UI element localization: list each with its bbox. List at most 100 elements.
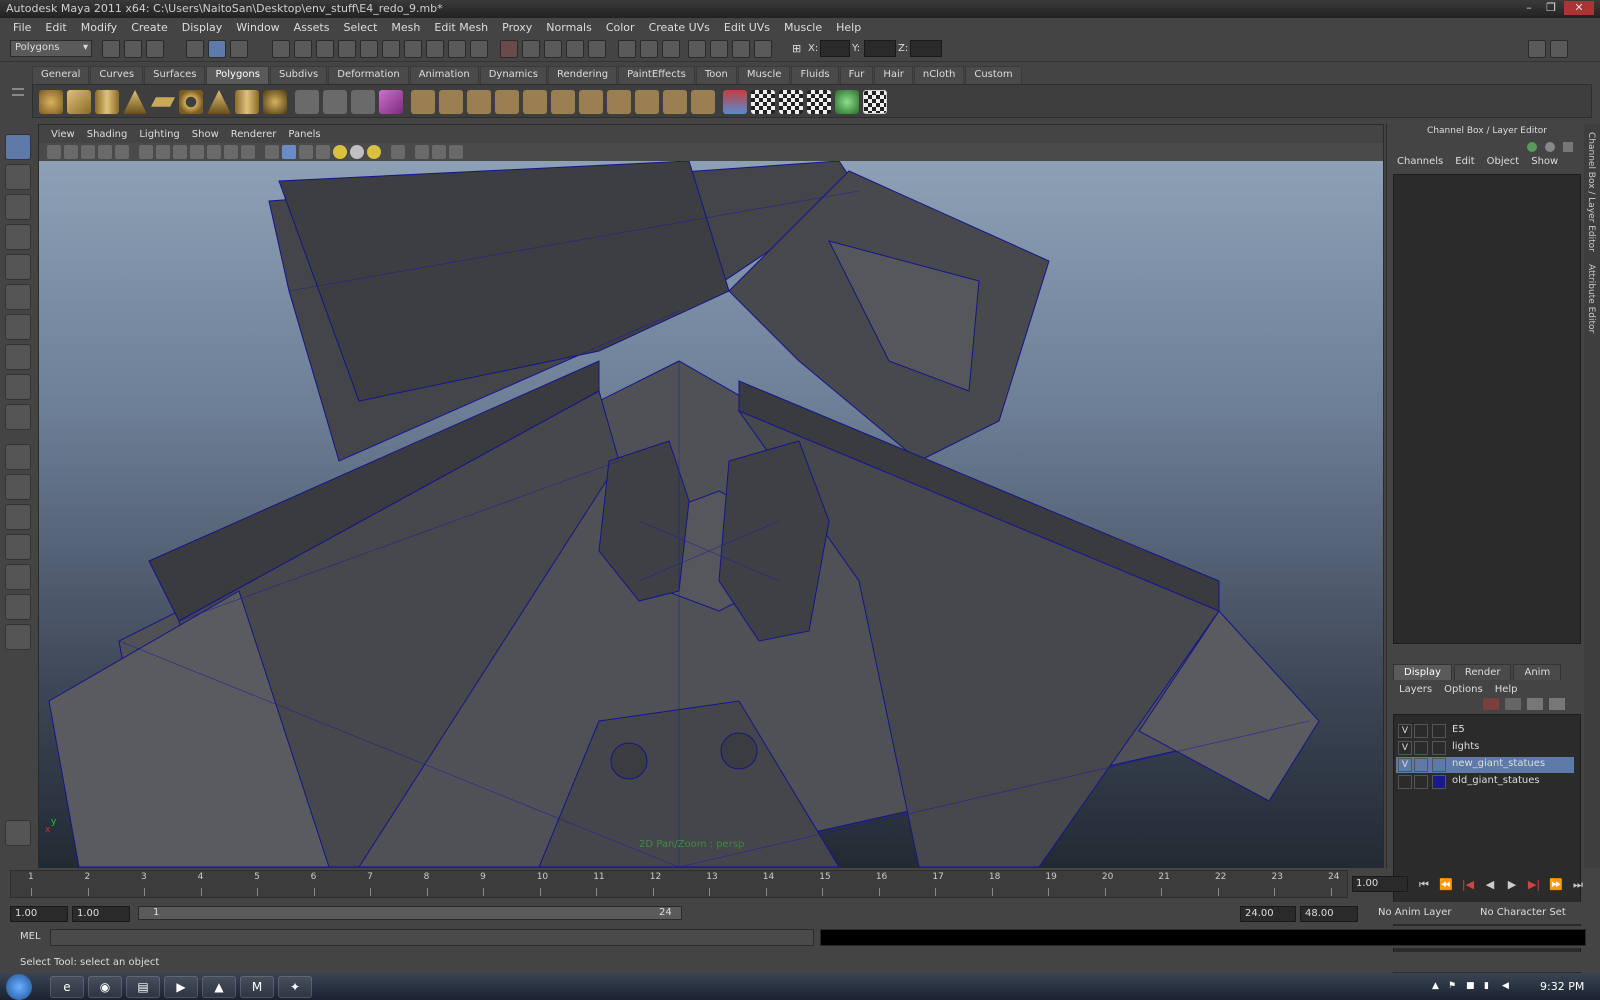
soft-modification-icon[interactable]	[5, 344, 31, 370]
snap-point-icon[interactable]	[316, 40, 334, 58]
lasso-tool-icon[interactable]	[5, 164, 31, 190]
menu-display[interactable]: Display	[175, 21, 230, 34]
step-forward-icon[interactable]: ⏩	[1548, 878, 1564, 892]
move-layer-down-icon[interactable]	[1549, 698, 1565, 710]
grid-toggle-icon[interactable]	[139, 145, 153, 159]
separate-icon[interactable]	[323, 90, 347, 114]
poke-face-icon[interactable]	[635, 90, 659, 114]
xray-components-icon[interactable]	[449, 145, 463, 159]
side-tab-attribute-editor[interactable]: Attribute Editor	[1586, 264, 1596, 333]
shelf-tab-painteffects[interactable]: PaintEffects	[618, 66, 695, 84]
pin-icon[interactable]	[1563, 142, 1573, 152]
start-button[interactable]	[6, 974, 32, 1000]
go-to-end-icon[interactable]: ⏭	[1570, 878, 1586, 892]
animation-end-field[interactable]: 48.00	[1300, 906, 1358, 922]
viewport-menu-renderer[interactable]: Renderer	[225, 129, 283, 140]
chrome-icon[interactable]: ◉	[88, 976, 122, 998]
snap-view-plane-icon[interactable]	[338, 40, 356, 58]
anim-layer-dropdown[interactable]: No Anim Layer	[1374, 906, 1470, 922]
app-taskbar-icon[interactable]: ✦	[278, 976, 312, 998]
menu-window[interactable]: Window	[229, 21, 286, 34]
viewport-menu-lighting[interactable]: Lighting	[133, 129, 185, 140]
play-backwards-icon[interactable]: ◀	[1482, 878, 1498, 892]
new-layer-from-selected-icon[interactable]	[1505, 698, 1521, 710]
select-component-icon[interactable]	[230, 40, 248, 58]
layer-type-toggle[interactable]	[1414, 775, 1428, 789]
scale-tool-icon[interactable]	[5, 284, 31, 310]
poly-soccer-icon[interactable]	[263, 90, 287, 114]
camera-attributes-icon[interactable]	[64, 145, 78, 159]
shelf-tab-hair[interactable]: Hair	[874, 66, 913, 84]
media-player-icon[interactable]: ▶	[164, 976, 198, 998]
textured-icon[interactable]	[316, 145, 330, 159]
layer-visibility-toggle[interactable]	[1398, 775, 1412, 789]
smooth-shade-icon[interactable]	[754, 40, 772, 58]
layer-menu-options[interactable]: Options	[1438, 684, 1489, 695]
layer-row-old-giant-statues[interactable]: old_giant_statues	[1396, 774, 1574, 790]
wedge-face-icon[interactable]	[663, 90, 687, 114]
layer-row-lights[interactable]: V lights	[1396, 740, 1574, 756]
viewport-menu-view[interactable]: View	[45, 129, 81, 140]
use-all-lights-icon[interactable]	[333, 145, 347, 159]
mel-input[interactable]	[50, 929, 814, 946]
2d-pan-zoom-icon[interactable]	[115, 145, 129, 159]
animation-start-field[interactable]: 1.00	[10, 906, 68, 922]
planar-mapping-icon[interactable]	[751, 90, 775, 114]
step-back-icon[interactable]: ⏪	[1438, 878, 1454, 892]
smooth-icon[interactable]	[351, 90, 375, 114]
menu-create-uvs[interactable]: Create UVs	[642, 21, 717, 34]
extrude-icon[interactable]	[411, 90, 435, 114]
bevel-icon[interactable]	[551, 90, 575, 114]
minimize-icon[interactable]: –	[1520, 1, 1538, 15]
uv-texture-editor-icon[interactable]	[863, 90, 887, 114]
delete-edge-icon[interactable]	[607, 90, 631, 114]
open-scene-icon[interactable]	[124, 40, 142, 58]
menu-file[interactable]: File	[6, 21, 38, 34]
layer-color-swatch[interactable]	[1432, 758, 1446, 772]
shelf-tab-custom[interactable]: Custom	[965, 66, 1022, 84]
safe-action-icon[interactable]	[224, 145, 238, 159]
absolute-transform-icon[interactable]: ⊞	[792, 42, 801, 55]
z-field[interactable]	[910, 40, 942, 57]
camera-tools-icon[interactable]	[688, 40, 706, 58]
automatic-mapping-icon[interactable]	[835, 90, 859, 114]
wireframe-icon[interactable]	[265, 145, 279, 159]
playback-start-field[interactable]: 1.00	[72, 906, 130, 922]
step-back-key-icon[interactable]: |◀	[1460, 878, 1476, 892]
internet-explorer-icon[interactable]: e	[50, 976, 84, 998]
shelf-menu-icon[interactable]	[8, 66, 28, 118]
layer-color-swatch[interactable]	[1432, 741, 1446, 755]
viewport-menu-shading[interactable]: Shading	[81, 129, 134, 140]
menu-edit-mesh[interactable]: Edit Mesh	[427, 21, 495, 34]
menu-edit[interactable]: Edit	[38, 21, 73, 34]
layer-visibility-toggle[interactable]: V	[1398, 724, 1412, 738]
side-tab-channel-box[interactable]: Channel Box / Layer Editor	[1586, 132, 1596, 252]
shelf-tab-animation[interactable]: Animation	[409, 66, 479, 84]
shelf-tab-toon[interactable]: Toon	[695, 66, 737, 84]
persp-graph-layout-icon[interactable]	[5, 534, 31, 560]
viewport-3d-scene[interactable]: y x 2D Pan/Zoom : persp	[39, 161, 1383, 867]
channel-box-icon[interactable]	[1527, 142, 1537, 152]
render-view-icon[interactable]	[588, 40, 606, 58]
layer-tab-render[interactable]: Render	[1453, 664, 1512, 680]
y-field[interactable]	[864, 40, 896, 57]
split-polygon-icon[interactable]	[495, 90, 519, 114]
spherical-mapping-icon[interactable]	[807, 90, 831, 114]
ipr-render-icon[interactable]	[522, 40, 540, 58]
close-icon[interactable]: ✕	[1564, 1, 1594, 15]
menu-assets[interactable]: Assets	[287, 21, 337, 34]
hypershade-icon[interactable]	[566, 40, 584, 58]
channel-menu-show[interactable]: Show	[1525, 156, 1564, 167]
new-layer-icon[interactable]	[1483, 698, 1499, 710]
quick-layout-icon[interactable]	[5, 820, 31, 846]
graph-editor-layout-icon[interactable]	[5, 624, 31, 650]
smooth-shade-all-icon[interactable]	[282, 145, 296, 159]
shelf-tab-subdivs[interactable]: Subdivs	[269, 66, 328, 84]
menu-color[interactable]: Color	[599, 21, 642, 34]
select-object-icon[interactable]	[208, 40, 226, 58]
menu-set-dropdown[interactable]: Polygons ▾	[10, 40, 92, 57]
shelf-tab-surfaces[interactable]: Surfaces	[144, 66, 206, 84]
move-layer-up-icon[interactable]	[1527, 698, 1543, 710]
shelf-tab-deformation[interactable]: Deformation	[328, 66, 409, 84]
menu-proxy[interactable]: Proxy	[495, 21, 539, 34]
